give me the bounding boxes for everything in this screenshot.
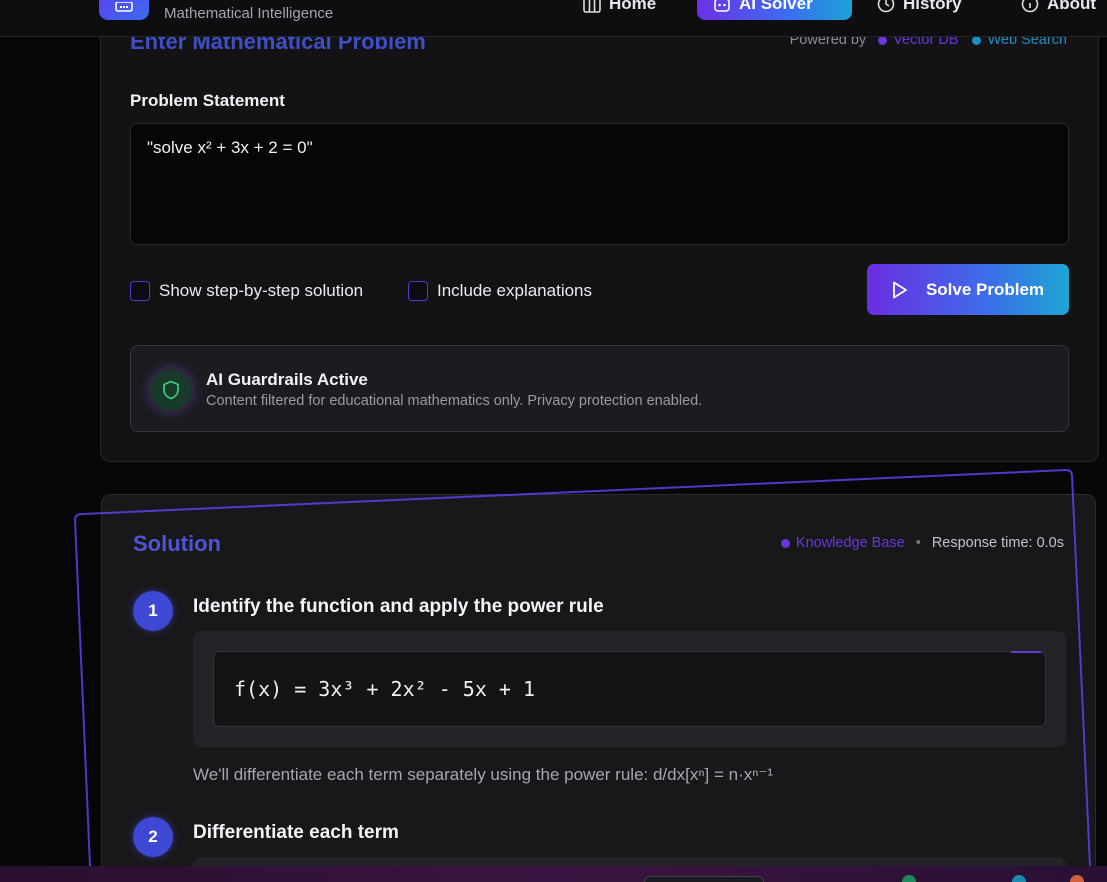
step-by-step-option[interactable]: Show step-by-step solution xyxy=(130,280,363,301)
solution-title: Solution xyxy=(133,531,221,556)
solution-source: Knowledge Base xyxy=(795,535,905,551)
knowledge-base-dot-icon xyxy=(780,538,790,548)
brand-subtitle: Mathematical Intelligence xyxy=(164,5,334,22)
robot-icon xyxy=(714,0,730,12)
nav-about-label: About xyxy=(1047,0,1097,13)
nav-about[interactable]: About xyxy=(1021,0,1096,20)
nav-home-label: Home xyxy=(609,0,657,13)
guardrails-notice: AI Guardrails Active Content filtered fo… xyxy=(130,345,1069,432)
problem-input[interactable]: "solve x² + 3x + 2 = 0" xyxy=(130,123,1069,245)
calculator-icon xyxy=(115,2,133,12)
solve-problem-button[interactable]: Solve Problem xyxy=(867,264,1069,315)
problem-card: Enter Mathematical Problem Powered by Ve… xyxy=(100,0,1099,462)
step-title: Differentiate each term xyxy=(193,822,399,843)
taskbar-search[interactable] xyxy=(644,876,764,882)
info-icon xyxy=(1021,0,1039,13)
nav-home[interactable]: Home xyxy=(583,0,656,20)
guardrails-title: AI Guardrails Active xyxy=(206,370,368,389)
nav-ai-solver-label: AI Solver xyxy=(739,0,813,13)
step-code-text: f(x) = 3x³ + 2x² - 5x + 1 xyxy=(234,677,536,701)
step-by-step-checkbox[interactable] xyxy=(130,280,150,301)
explanations-option[interactable]: Include explanations xyxy=(408,280,592,301)
meta-separator: • xyxy=(915,535,921,551)
solution-card: Solution Knowledge Base • Response time:… xyxy=(101,494,1096,882)
clock-icon xyxy=(877,0,895,13)
app-logo[interactable] xyxy=(99,0,149,20)
shield-icon xyxy=(151,370,191,410)
step-code-block: f(x) = 3x³ + 2x² - 5x + 1 xyxy=(213,651,1046,727)
problem-statement-label: Problem Statement xyxy=(130,91,285,110)
top-nav: Mathematical Intelligence Home AI Solver… xyxy=(0,0,1107,37)
taskbar-app-icon[interactable] xyxy=(902,875,916,882)
step-number-badge: 1 xyxy=(133,591,173,631)
step-number-badge: 2 xyxy=(133,817,173,857)
nav-ai-solver[interactable]: AI Solver xyxy=(697,0,852,20)
code-accent-mark xyxy=(1011,651,1041,653)
step-by-step-label: Show step-by-step solution xyxy=(159,280,364,300)
taskbar-app-icon[interactable] xyxy=(1070,875,1084,882)
response-time: Response time: 0.0s xyxy=(931,535,1064,551)
explanations-checkbox[interactable] xyxy=(408,280,428,301)
guardrails-text: Content filtered for educational mathema… xyxy=(206,393,703,409)
play-icon xyxy=(893,281,907,298)
explanations-label: Include explanations xyxy=(437,280,593,300)
os-taskbar xyxy=(0,866,1107,882)
nav-history[interactable]: History xyxy=(877,0,962,20)
step-description: We'll differentiate each term separately… xyxy=(193,765,774,784)
taskbar-app-icon[interactable] xyxy=(1012,875,1026,882)
step-title: Identify the function and apply the powe… xyxy=(193,596,604,617)
solution-meta: Knowledge Base • Response time: 0.0s xyxy=(780,535,1064,551)
step-code-panel: f(x) = 3x³ + 2x² - 5x + 1 xyxy=(193,631,1066,747)
solve-problem-label: Solve Problem xyxy=(925,279,1045,299)
nav-history-label: History xyxy=(903,0,962,13)
grid-icon xyxy=(583,0,601,13)
